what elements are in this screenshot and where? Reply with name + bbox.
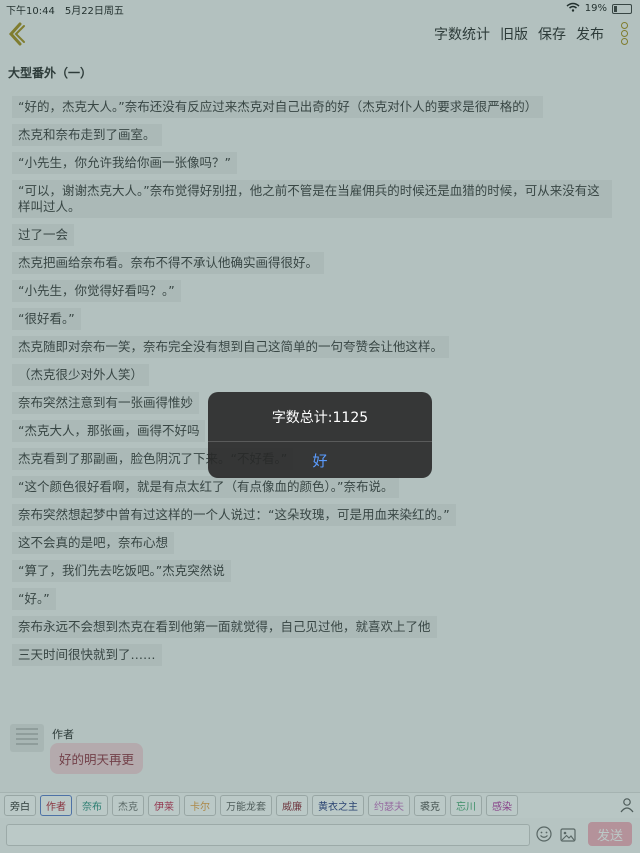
word-count-dialog: 字数总计:1125 好 [208, 392, 432, 478]
dialog-ok-button[interactable]: 好 [208, 442, 432, 478]
dialog-message: 字数总计:1125 [208, 392, 432, 442]
